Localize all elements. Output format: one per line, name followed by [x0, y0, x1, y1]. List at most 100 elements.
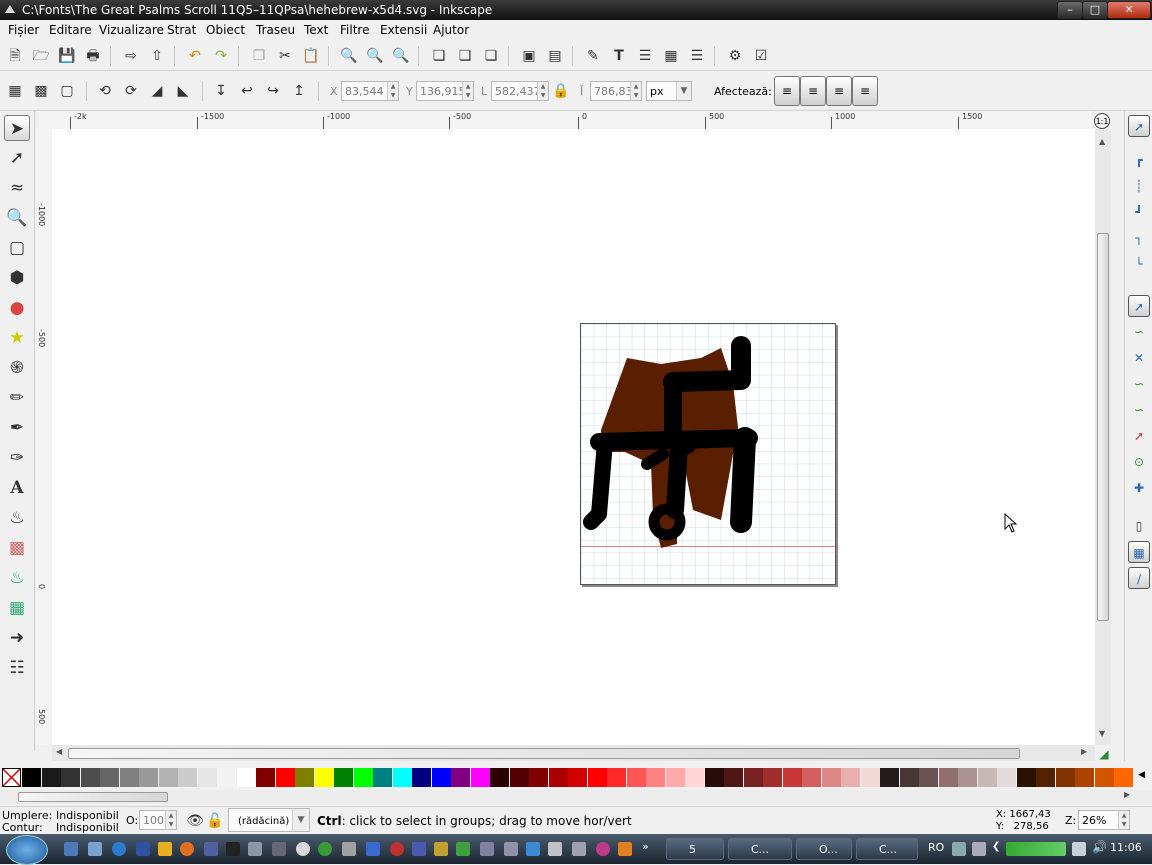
language-indicator[interactable]: RO [928, 841, 944, 854]
color-swatch[interactable] [529, 768, 548, 787]
taskbar-item-editor[interactable]: C... [728, 838, 792, 860]
new-document-icon[interactable]: 🗎 [6, 47, 24, 65]
spin-arrows-icon[interactable]: ▲ ▼ [630, 82, 641, 100]
horizontal-scroll-thumb[interactable] [68, 748, 1020, 759]
color-swatch[interactable] [802, 768, 821, 787]
snap-grid-icon[interactable]: ▦ [1128, 541, 1150, 563]
spin-arrows-icon[interactable]: ▲ ▼ [537, 82, 548, 100]
unlink-clone-icon[interactable]: ❏ [482, 47, 500, 65]
export-icon[interactable]: ⇧ [148, 47, 166, 65]
affect-patterns-toggle[interactable]: ≡ [852, 76, 878, 106]
y-field[interactable]: 136,915 ▲ ▼ [416, 81, 474, 101]
color-swatch[interactable] [119, 768, 139, 787]
app-icon[interactable] [456, 842, 470, 856]
color-swatch[interactable] [587, 768, 607, 787]
snap-bbox-icon[interactable]: ┏ [1128, 149, 1150, 171]
app-icon[interactable] [504, 842, 518, 856]
firefox-icon[interactable] [180, 842, 194, 856]
color-swatch[interactable] [763, 768, 782, 787]
app-icon[interactable] [412, 842, 426, 856]
snap-object-centers-icon[interactable]: ⊙ [1128, 451, 1150, 473]
scroll-right-icon[interactable]: ▶ [1081, 747, 1087, 756]
height-field[interactable]: 786,831 ▲ ▼ [590, 81, 642, 101]
app-icon[interactable] [296, 842, 310, 856]
taskbar-item-folder[interactable]: C... [856, 838, 918, 860]
ellipse-tool-icon[interactable]: ● [4, 295, 30, 321]
taskbar-item-inkscape[interactable]: 5 [666, 838, 724, 860]
clone-icon[interactable]: ❏ [456, 47, 474, 65]
app-icon[interactable] [480, 842, 494, 856]
scroll-down-icon[interactable]: ▼ [1099, 729, 1105, 738]
rotate-ccw-icon[interactable]: ⟲ [96, 82, 114, 100]
save-app-icon[interactable] [136, 842, 150, 856]
unit-select[interactable]: px ▼ [646, 81, 692, 101]
tray-expand-icon[interactable]: ❮ [992, 841, 1000, 852]
snap-bbox-edge-icon[interactable]: ┊ [1128, 175, 1150, 197]
lower-to-bottom-icon[interactable]: ↥ [290, 82, 308, 100]
redo-icon[interactable]: ↷ [212, 47, 230, 65]
width-field[interactable]: 582,437 ▲ ▼ [491, 81, 549, 101]
rotate-cw-icon[interactable]: ⟳ [122, 82, 140, 100]
menu-text[interactable]: Text [304, 23, 328, 37]
align-distribute-icon[interactable]: ☰ [688, 47, 706, 65]
node-tool-icon[interactable]: ➚ [4, 145, 30, 171]
color-swatch[interactable] [568, 768, 587, 787]
horizontal-scrollbar[interactable]: ◀ ▶ [52, 745, 1095, 761]
app-icon[interactable] [390, 842, 404, 856]
color-swatch[interactable] [1114, 768, 1133, 787]
color-swatch[interactable] [314, 768, 334, 787]
volume-icon[interactable]: 🔊 [1092, 840, 1107, 854]
color-swatch[interactable] [100, 768, 119, 787]
scroll-right-icon[interactable]: ▶ [1124, 790, 1130, 799]
zoom-field[interactable]: 26% ▲ ▼ [1078, 810, 1130, 830]
color-swatch[interactable] [665, 768, 685, 787]
app-icon[interactable] [596, 842, 610, 856]
menu-filters[interactable]: Filtre [340, 23, 369, 37]
network-icon[interactable] [1072, 842, 1086, 856]
duplicate-icon[interactable]: ❏ [430, 47, 448, 65]
scroll-left-icon[interactable]: ◀ [56, 747, 62, 756]
color-swatch[interactable] [685, 768, 704, 787]
layer-visibility-icon[interactable]: 👁 [186, 812, 204, 830]
copy-icon[interactable]: ❐ [250, 47, 268, 65]
layer-lock-icon[interactable]: 🔓 [206, 812, 224, 830]
x-field[interactable]: 83,544 ▲ ▼ [341, 81, 399, 101]
snap-cusp-nodes-icon[interactable]: ∽ [1128, 373, 1150, 395]
cut-icon[interactable]: ✂ [276, 47, 294, 65]
color-swatch[interactable] [392, 768, 412, 787]
minimize-button[interactable]: – [1057, 1, 1083, 19]
color-swatch[interactable] [353, 768, 373, 787]
quicklaunch-more-icon[interactable]: » [642, 840, 649, 853]
menu-edit[interactable]: Editare [49, 23, 92, 37]
color-swatch[interactable] [295, 768, 314, 787]
deselect-icon[interactable]: ▢ [58, 82, 76, 100]
color-swatch[interactable] [607, 768, 626, 787]
snap-line-midpoints-icon[interactable]: ➚ [1128, 425, 1150, 447]
color-swatch[interactable] [1036, 768, 1055, 787]
show-desktop-icon[interactable] [64, 842, 78, 856]
select-all-layers-icon[interactable]: ▩ [32, 82, 50, 100]
color-swatch[interactable] [490, 768, 509, 787]
drawing-canvas[interactable] [52, 129, 1095, 745]
start-button[interactable] [6, 835, 48, 865]
color-swatch[interactable] [1055, 768, 1075, 787]
color-swatch[interactable] [236, 768, 256, 787]
color-swatch[interactable] [841, 768, 860, 787]
pencil-tool-icon[interactable]: ✏ [4, 385, 30, 411]
cmd-icon[interactable] [226, 842, 240, 856]
flip-vertical-icon[interactable]: ◣ [174, 82, 192, 100]
color-swatch[interactable] [821, 768, 841, 787]
save-icon[interactable]: 💾 [58, 47, 76, 65]
menu-path[interactable]: Traseu [256, 23, 295, 37]
color-swatch[interactable] [880, 768, 899, 787]
snap-rotation-center-icon[interactable]: ✚ [1128, 477, 1150, 499]
lower-icon[interactable]: ↪ [264, 82, 282, 100]
tray-icon[interactable] [952, 842, 966, 856]
color-swatch[interactable] [646, 768, 665, 787]
maximize-button[interactable]: □ [1082, 1, 1108, 19]
eraser-tool-icon[interactable]: ▩ [4, 535, 30, 561]
text-tool-icon[interactable]: A [4, 475, 30, 501]
tweak-tool-icon[interactable]: ≈ [4, 175, 30, 201]
close-button[interactable]: ✕ [1107, 1, 1151, 19]
color-swatch[interactable] [451, 768, 470, 787]
